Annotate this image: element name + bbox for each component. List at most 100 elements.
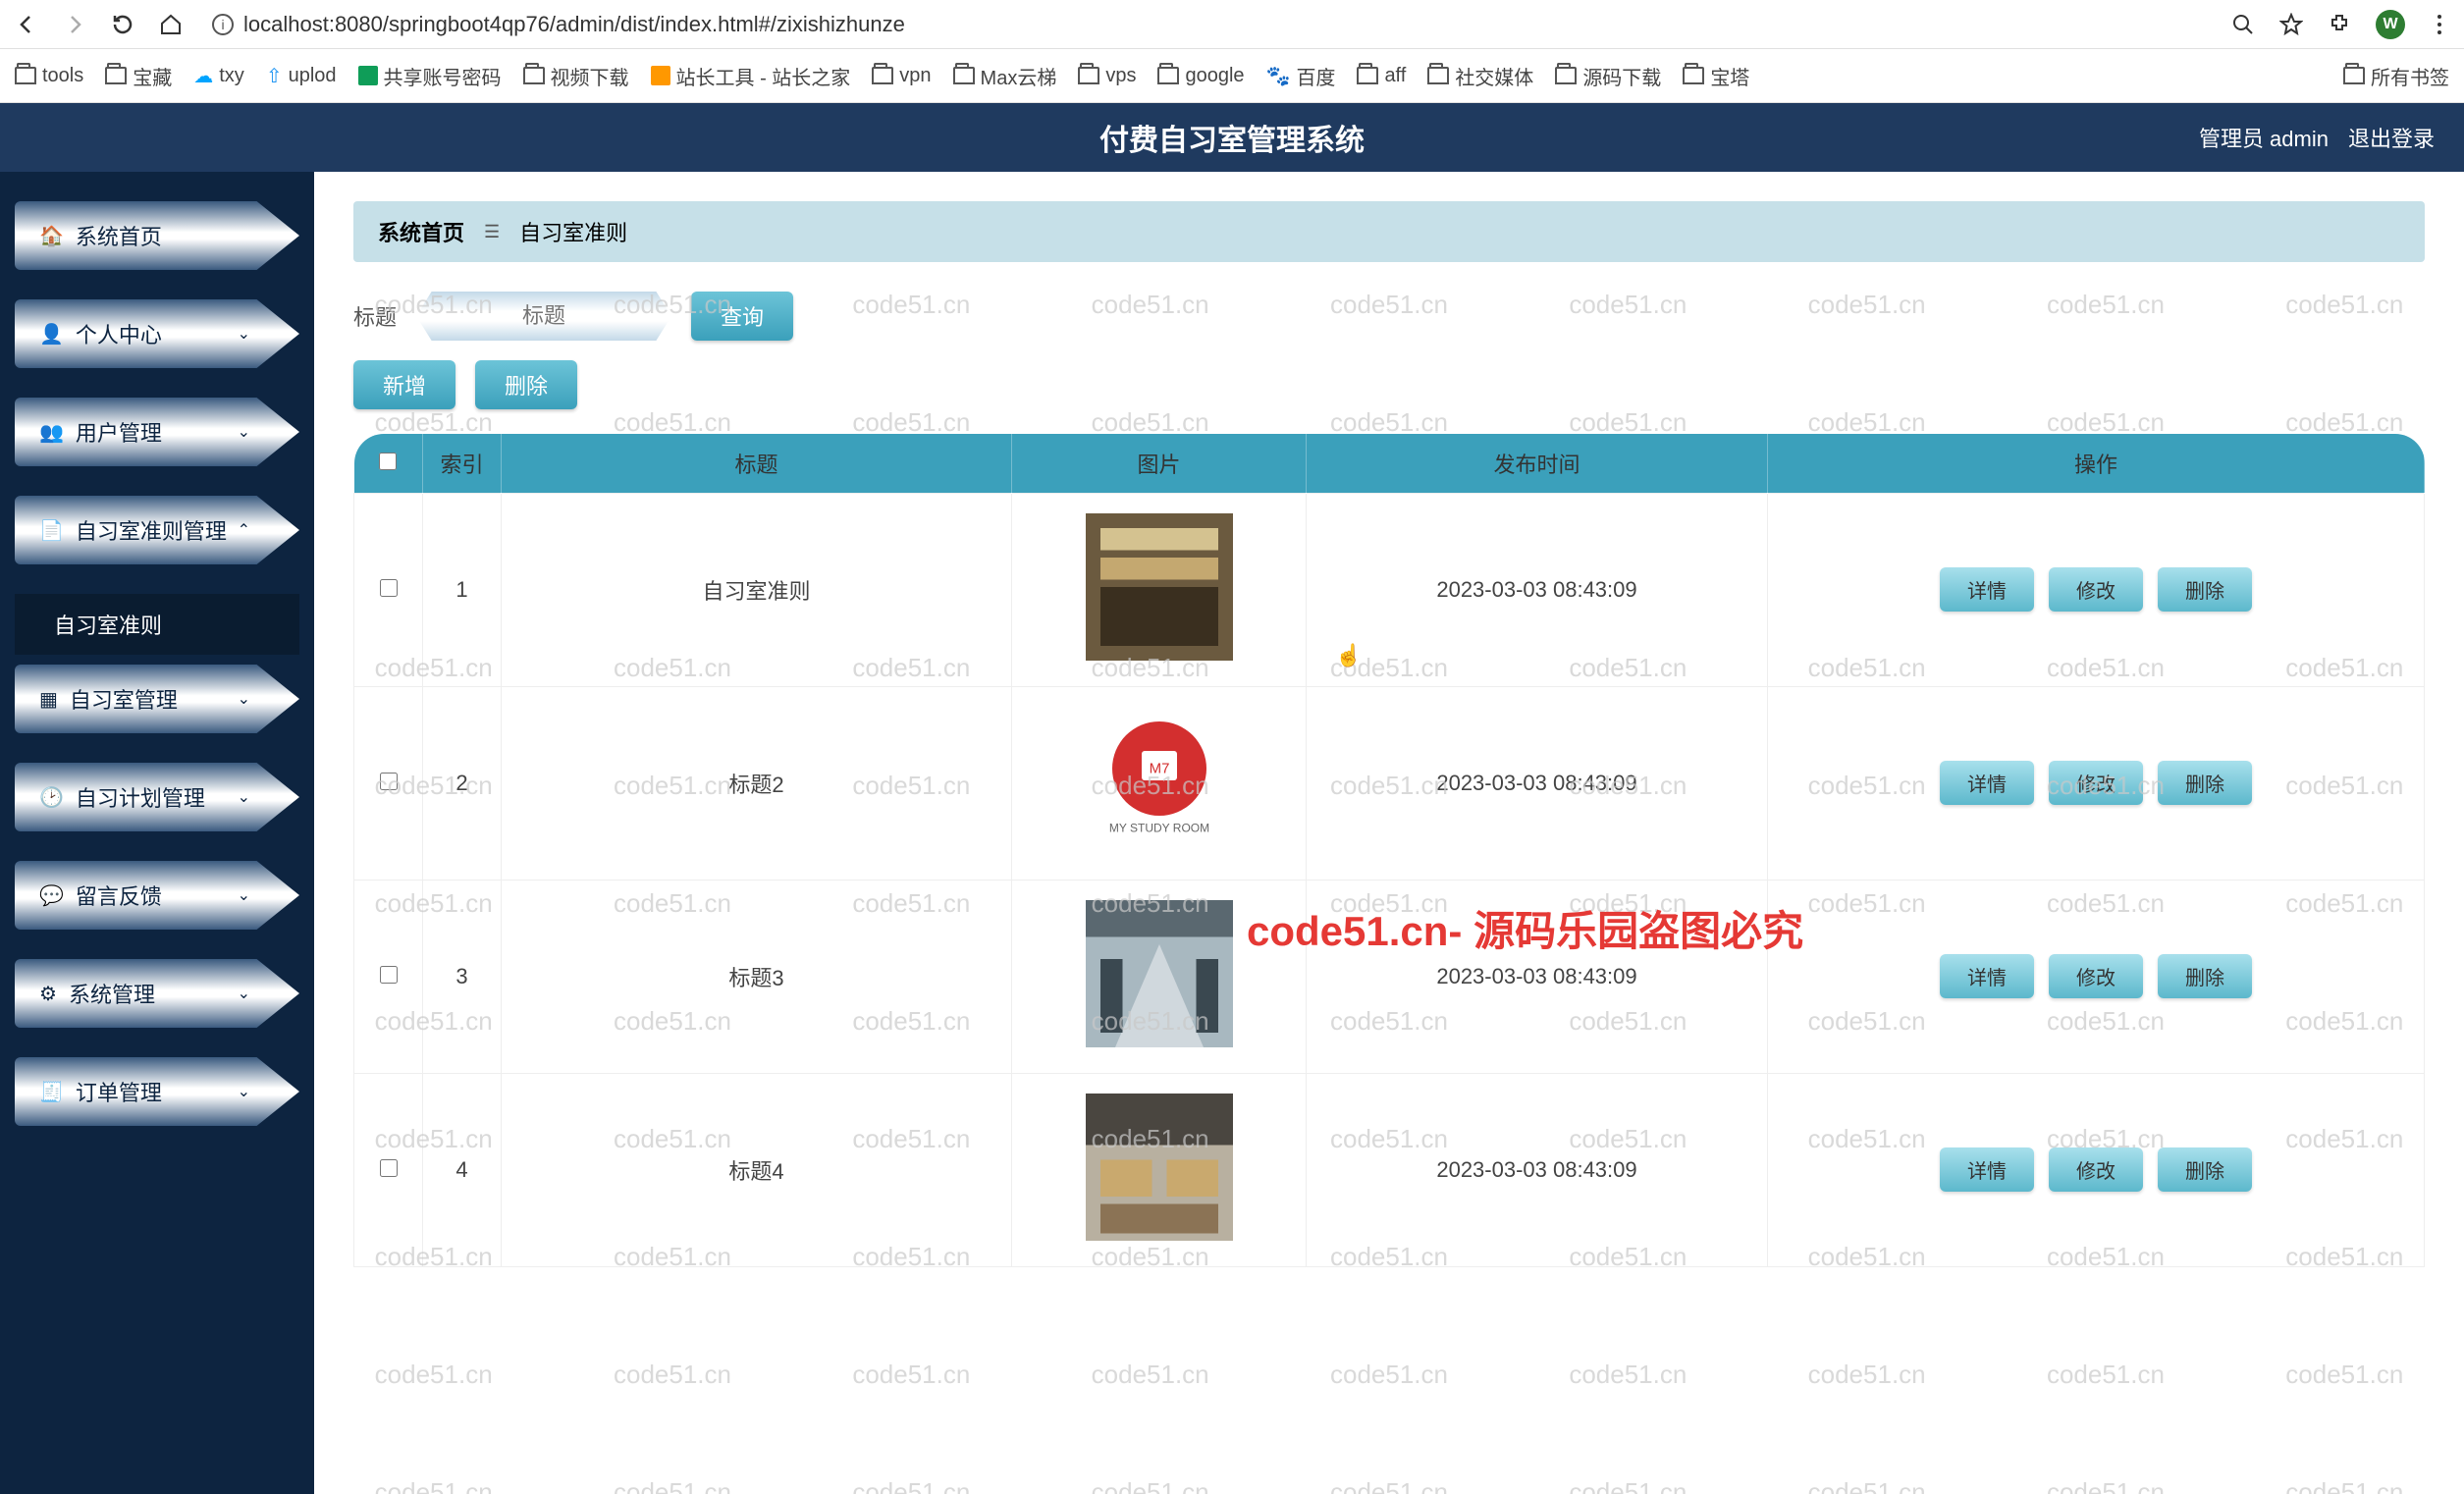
bookmark-baota[interactable]: 宝塔 bbox=[1683, 62, 1749, 90]
detail-button[interactable]: 详情 bbox=[1940, 761, 2034, 805]
cell-time: 2023-03-03 08:43:09 bbox=[1307, 1073, 1768, 1266]
cell-index: 3 bbox=[423, 880, 502, 1073]
folder-icon bbox=[523, 67, 545, 84]
select-all-checkbox[interactable] bbox=[379, 453, 397, 470]
thumbnail bbox=[1086, 1094, 1233, 1241]
forward-icon[interactable] bbox=[63, 13, 86, 36]
add-button[interactable]: 新增 bbox=[353, 360, 455, 409]
col-ops: 操作 bbox=[1768, 434, 2425, 493]
row-checkbox[interactable] bbox=[380, 1159, 398, 1177]
sidebar-sub-rules[interactable]: 自习室准则 bbox=[15, 594, 299, 655]
current-user[interactable]: 管理员 admin bbox=[2199, 122, 2329, 153]
delete-button[interactable]: 删除 bbox=[475, 360, 577, 409]
folder-icon bbox=[953, 67, 975, 84]
chevron-down-icon: ⌄ bbox=[238, 324, 250, 344]
home-icon[interactable] bbox=[159, 13, 183, 36]
col-image: 图片 bbox=[1012, 434, 1307, 493]
breadcrumb-home[interactable]: 系统首页 bbox=[378, 216, 464, 247]
edit-button[interactable]: 修改 bbox=[2049, 1147, 2143, 1192]
sidebar-item-home[interactable]: 🏠系统首页 bbox=[15, 201, 299, 270]
delete-row-button[interactable]: 删除 bbox=[2158, 761, 2252, 805]
bookmark-video[interactable]: 视频下载 bbox=[523, 62, 629, 90]
sidebar-item-orders[interactable]: 🧾订单管理⌄ bbox=[15, 1057, 299, 1126]
chevron-down-icon: ⌄ bbox=[238, 984, 250, 1003]
sidebar-item-system[interactable]: ⚙系统管理⌄ bbox=[15, 959, 299, 1028]
bookmark-google[interactable]: google bbox=[1157, 65, 1244, 87]
cell-time: 2023-03-03 08:43:09 bbox=[1307, 880, 1768, 1073]
home-icon: 🏠 bbox=[39, 224, 64, 248]
detail-button[interactable]: 详情 bbox=[1940, 1147, 2034, 1192]
bookmark-social[interactable]: 社交媒体 bbox=[1427, 62, 1533, 90]
delete-row-button[interactable]: 删除 bbox=[2158, 567, 2252, 612]
folder-icon bbox=[1078, 67, 1099, 84]
app-title: 付费自习室管理系统 bbox=[1099, 116, 1365, 159]
reload-icon[interactable] bbox=[111, 13, 134, 36]
table-row: 4 标题4 2023-03-03 08:43:09 详情 修改 删除 bbox=[354, 1073, 2425, 1266]
detail-button[interactable]: 详情 bbox=[1940, 954, 2034, 998]
browser-toolbar: i localhost:8080/springboot4qp76/admin/d… bbox=[0, 0, 2464, 49]
sidebar-item-room[interactable]: ▦自习室管理⌄ bbox=[15, 665, 299, 733]
data-table: 索引 标题 图片 发布时间 操作 1 自习室准则 2023-03-03 08:4… bbox=[353, 434, 2425, 1267]
cell-title: 标题2 bbox=[502, 686, 1012, 880]
bookmark-baidu[interactable]: 🐾百度 bbox=[1266, 62, 1336, 90]
cell-image bbox=[1012, 686, 1307, 880]
sidebar-item-plan[interactable]: 🕑自习计划管理⌄ bbox=[15, 763, 299, 831]
menu-icon[interactable] bbox=[2430, 13, 2449, 36]
bookmark-max[interactable]: Max云梯 bbox=[953, 62, 1057, 90]
thumbnail bbox=[1086, 513, 1233, 661]
cell-index: 2 bbox=[423, 686, 502, 880]
search-button[interactable]: 查询 bbox=[691, 292, 793, 341]
extensions-icon[interactable] bbox=[2328, 13, 2351, 36]
profile-avatar[interactable]: W bbox=[2376, 10, 2405, 39]
logout-link[interactable]: 退出登录 bbox=[2348, 122, 2435, 153]
users-icon: 👥 bbox=[39, 420, 64, 445]
bookmark-txy[interactable]: ☁txy bbox=[193, 64, 244, 88]
folder-icon bbox=[2343, 67, 2365, 84]
sidebar-item-feedback[interactable]: 💬留言反馈⌄ bbox=[15, 861, 299, 930]
back-icon[interactable] bbox=[15, 13, 38, 36]
delete-row-button[interactable]: 删除 bbox=[2158, 1147, 2252, 1192]
table-header-row: 索引 标题 图片 发布时间 操作 bbox=[354, 434, 2425, 493]
row-checkbox[interactable] bbox=[380, 773, 398, 790]
sheet-icon bbox=[358, 66, 378, 85]
bookmark-baozang[interactable]: 宝藏 bbox=[105, 62, 172, 90]
cell-time: 2023-03-03 08:43:09 bbox=[1307, 493, 1768, 686]
cell-image bbox=[1012, 1073, 1307, 1266]
bookmark-aff[interactable]: aff bbox=[1357, 65, 1406, 87]
search-icon[interactable] bbox=[2231, 13, 2255, 36]
url-text: localhost:8080/springboot4qp76/admin/dis… bbox=[243, 12, 905, 37]
bookmark-vpn[interactable]: vpn bbox=[872, 65, 931, 87]
app-header: 付费自习室管理系统 管理员 admin 退出登录 bbox=[0, 103, 2464, 172]
mouse-cursor: ☝ bbox=[1335, 643, 1362, 668]
thumbnail bbox=[1086, 707, 1233, 854]
cell-index: 4 bbox=[423, 1073, 502, 1266]
thumbnail bbox=[1086, 900, 1233, 1047]
cell-image bbox=[1012, 493, 1307, 686]
chevron-down-icon: ⌄ bbox=[238, 1082, 250, 1101]
bookmark-tools[interactable]: tools bbox=[15, 65, 83, 87]
bookmark-vps[interactable]: vps bbox=[1078, 65, 1136, 87]
cell-time: 2023-03-03 08:43:09 bbox=[1307, 686, 1768, 880]
sidebar-item-users[interactable]: 👥用户管理⌄ bbox=[15, 398, 299, 466]
detail-button[interactable]: 详情 bbox=[1940, 567, 2034, 612]
edit-button[interactable]: 修改 bbox=[2049, 567, 2143, 612]
row-checkbox[interactable] bbox=[380, 966, 398, 984]
sidebar-item-rules[interactable]: 📄自习室准则管理⌃ bbox=[15, 496, 299, 564]
sidebar-item-profile[interactable]: 👤个人中心⌄ bbox=[15, 299, 299, 368]
delete-row-button[interactable]: 删除 bbox=[2158, 954, 2252, 998]
bookmark-uplod[interactable]: ⇧uplod bbox=[266, 64, 337, 88]
bookmark-share[interactable]: 共享账号密码 bbox=[358, 62, 502, 90]
edit-button[interactable]: 修改 bbox=[2049, 954, 2143, 998]
address-bar[interactable]: i localhost:8080/springboot4qp76/admin/d… bbox=[200, 7, 2214, 42]
folder-icon bbox=[1157, 67, 1179, 84]
cell-index: 1 bbox=[423, 493, 502, 686]
edit-button[interactable]: 修改 bbox=[2049, 761, 2143, 805]
folder-icon bbox=[1427, 67, 1449, 84]
bookmark-zhanzhang[interactable]: 站长工具 - 站长之家 bbox=[651, 62, 851, 90]
bookmark-all[interactable]: 所有书签 bbox=[2343, 62, 2449, 90]
row-checkbox[interactable] bbox=[380, 579, 398, 597]
title-input[interactable] bbox=[416, 292, 671, 341]
star-icon[interactable] bbox=[2279, 13, 2303, 36]
order-icon: 🧾 bbox=[39, 1080, 64, 1104]
bookmark-source[interactable]: 源码下载 bbox=[1555, 62, 1661, 90]
